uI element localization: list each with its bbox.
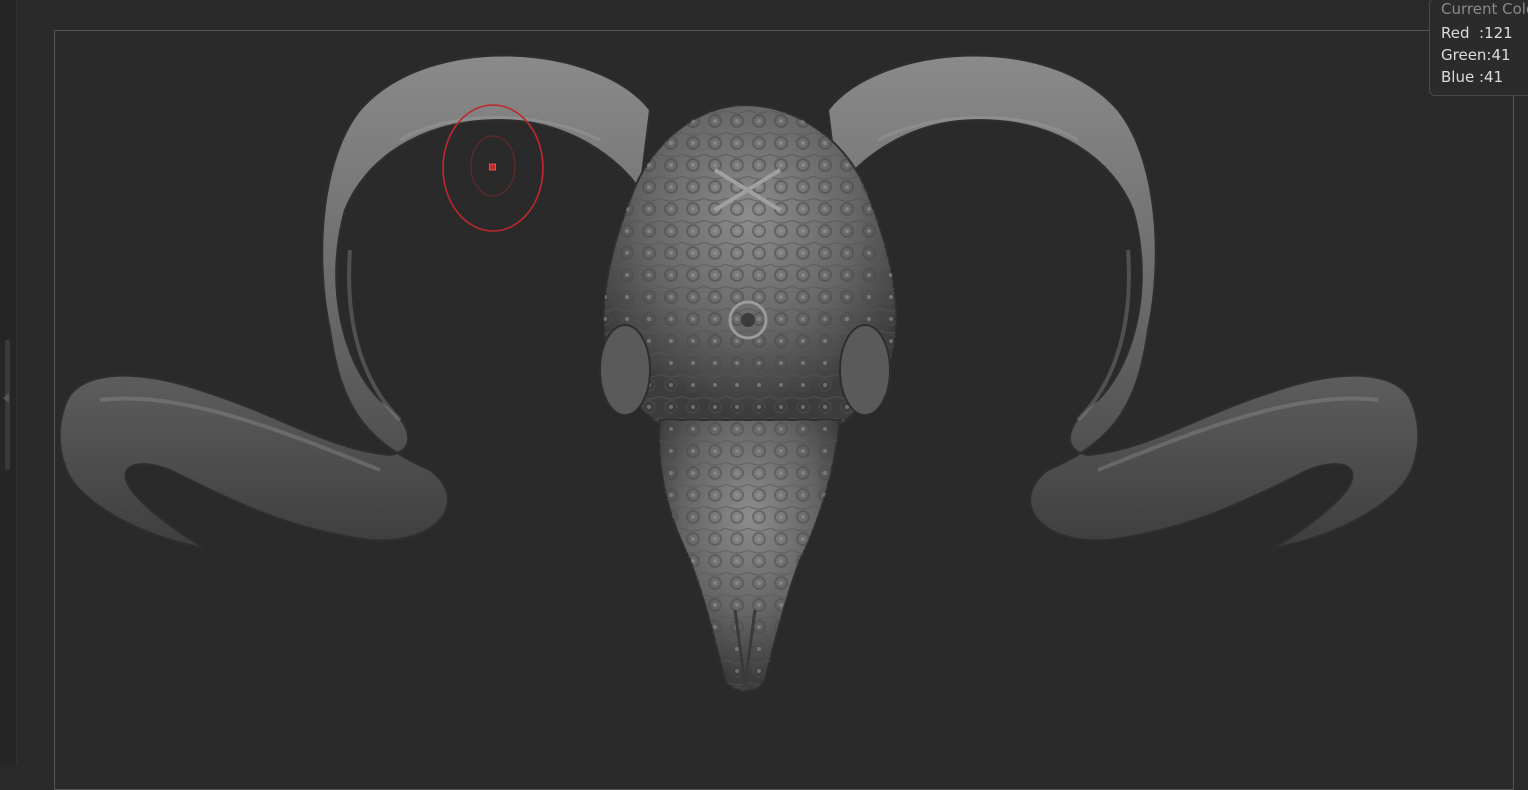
red-value: 121 — [1484, 24, 1513, 42]
right-horn — [826, 54, 1420, 549]
blue-value: 41 — [1484, 68, 1504, 86]
green-value: 41 — [1491, 46, 1511, 64]
red-label: Red : — [1441, 24, 1485, 42]
green-value-row: Green:41 — [1441, 46, 1511, 64]
green-label: Green: — [1441, 46, 1492, 64]
ram-skull-model — [58, 54, 1420, 693]
sculpt-viewport[interactable] — [0, 0, 1528, 765]
blue-label: Blue : — [1441, 68, 1485, 86]
blue-value-row: Blue :41 — [1441, 68, 1503, 86]
current-color-title: Current Colo — [1441, 0, 1528, 18]
brush-center-dot — [489, 163, 496, 171]
left-horn — [58, 54, 652, 549]
current-color-panel: Current Colo Red :121 Green:41 Blue :41 — [1429, 0, 1528, 96]
brush-cursor — [442, 104, 544, 232]
red-value-row: Red :121 — [1441, 24, 1513, 42]
